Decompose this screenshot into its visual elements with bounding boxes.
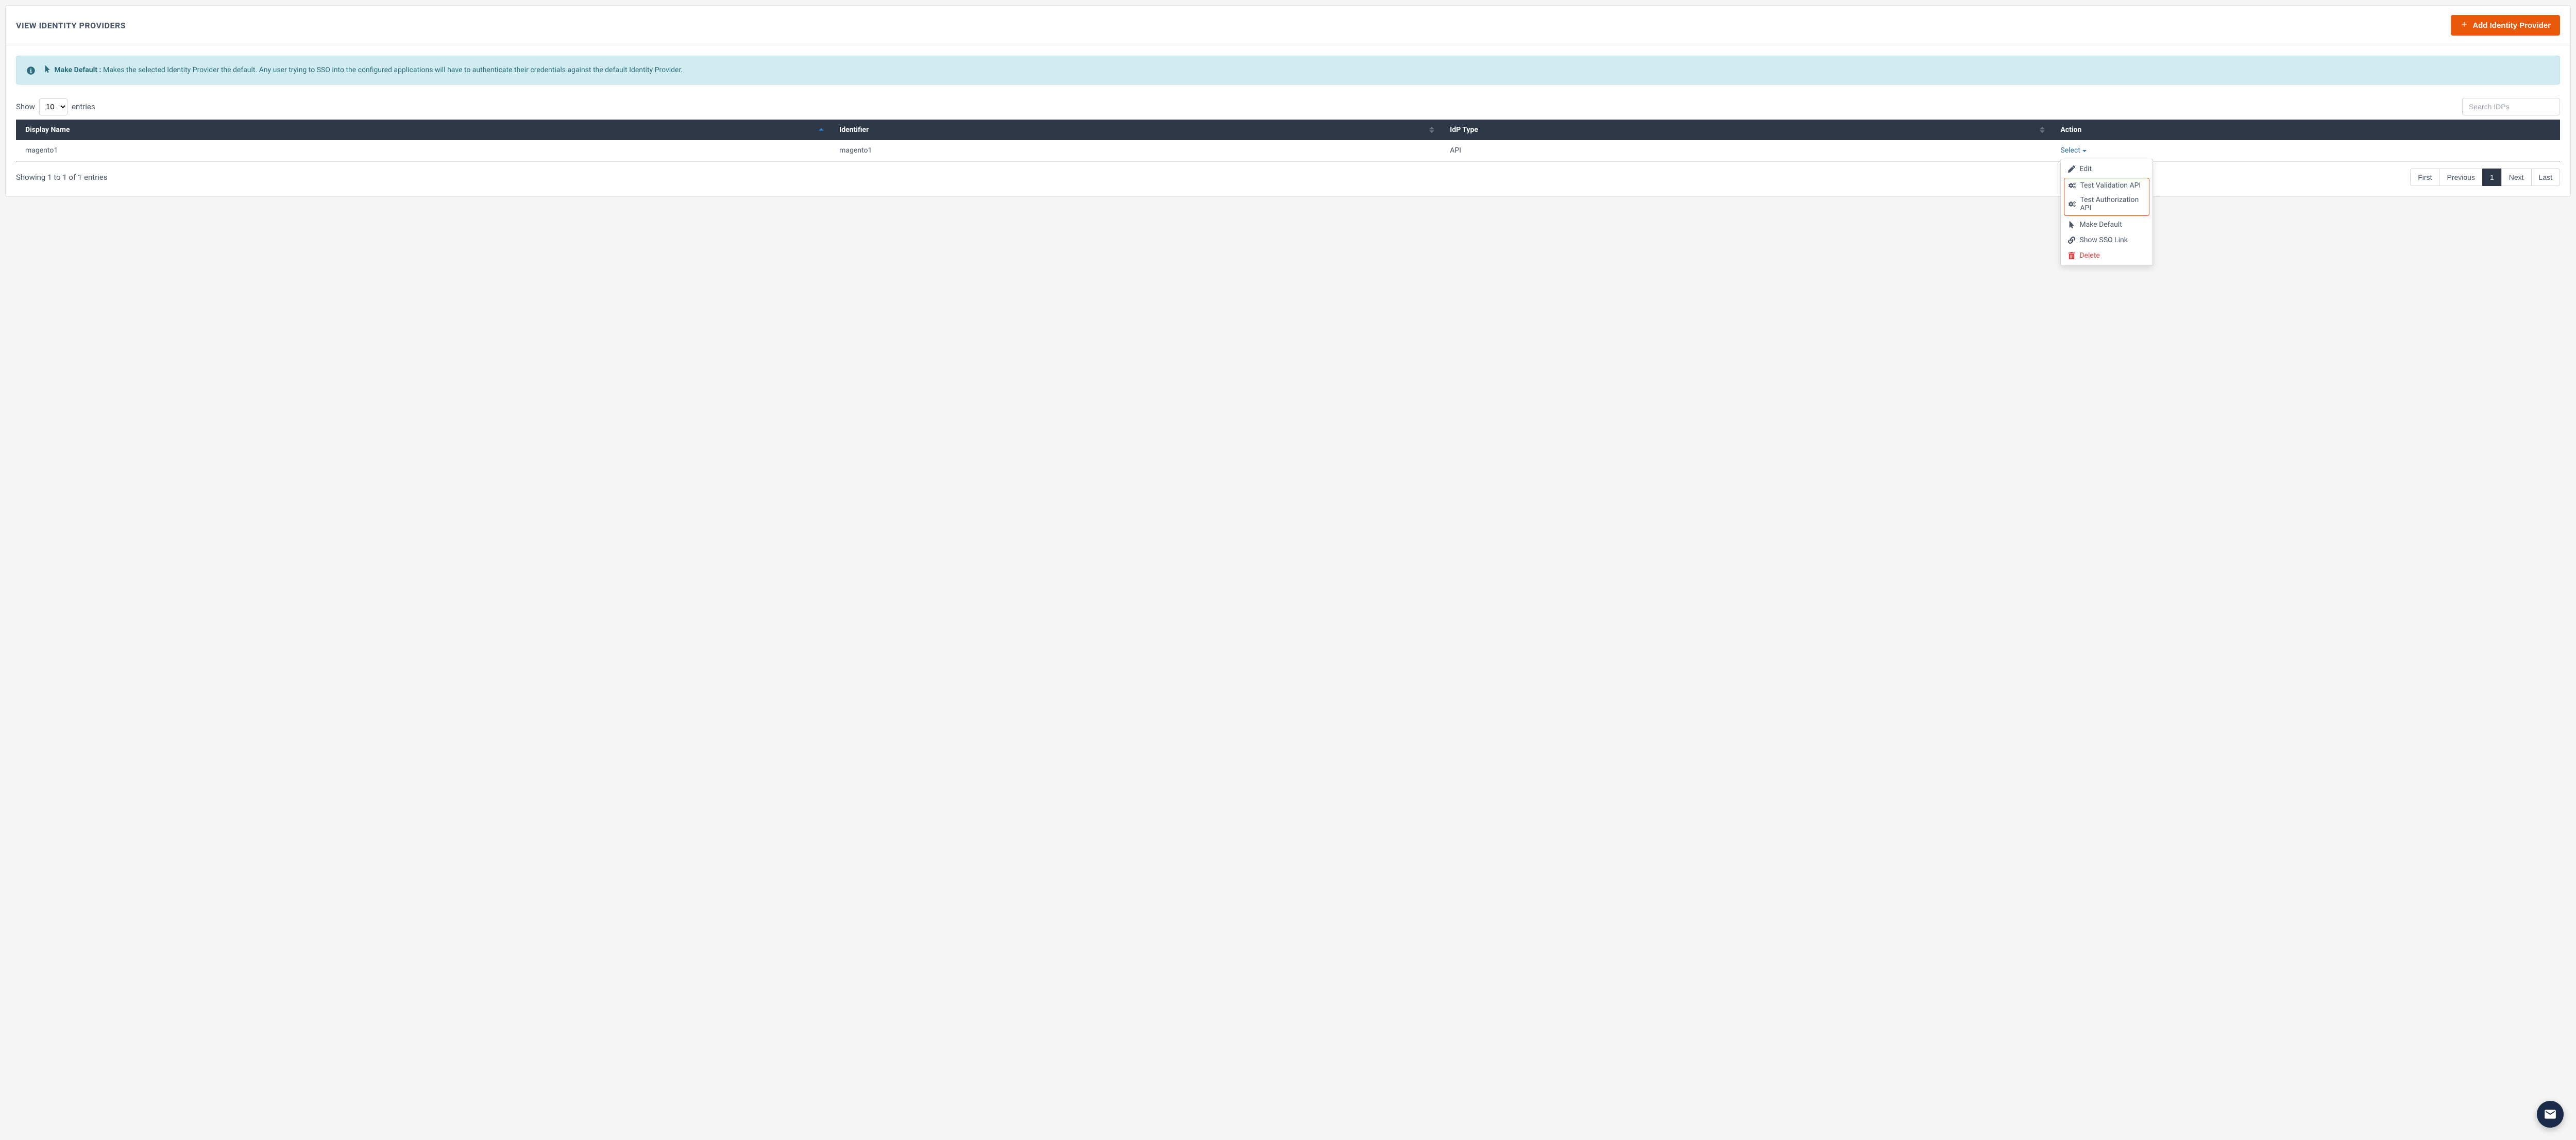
page-number-button[interactable]: 1 (2482, 169, 2502, 186)
highlighted-actions: Test Validation API Test Authorization A… (2064, 178, 2149, 216)
info-banner-description: Makes the selected Identity Provider the… (103, 66, 683, 74)
cell-identifier: magento1 (830, 140, 1440, 161)
cell-idp-type: API (1440, 140, 2051, 161)
page-header: VIEW IDENTITY PROVIDERS Add Identity Pro… (6, 6, 2570, 45)
cell-action: Select Edit (2051, 140, 2560, 161)
action-delete-label: Delete (2079, 252, 2099, 260)
gears-icon (2069, 182, 2076, 189)
cell-display-name: magento1 (16, 140, 830, 161)
mail-icon (2544, 1108, 2557, 1121)
idp-table: Display Name Identifier IdP Type (16, 120, 2560, 161)
table-row: magento1 magento1 API Select (16, 140, 2560, 161)
col-display-name[interactable]: Display Name (16, 120, 830, 140)
content-area: Make Default : Makes the selected Identi… (6, 45, 2570, 196)
plus-icon (2460, 20, 2468, 30)
col-identifier-label: Identifier (839, 126, 869, 134)
showing-text: Showing 1 to 1 of 1 entries (16, 173, 108, 182)
action-edit-label: Edit (2079, 165, 2092, 173)
col-identifier[interactable]: Identifier (830, 120, 1440, 140)
action-delete[interactable]: Delete (2061, 248, 2153, 263)
page-title: VIEW IDENTITY PROVIDERS (16, 21, 126, 30)
action-dropdown-menu: Edit Test Validation API Te (2060, 159, 2153, 266)
info-icon (27, 66, 35, 75)
action-make-default[interactable]: Make Default (2061, 217, 2153, 232)
entries-select[interactable]: 10 (39, 98, 67, 115)
chat-widget-button[interactable] (2537, 1101, 2564, 1128)
gears-icon (2069, 200, 2076, 208)
sort-icon (2040, 127, 2045, 133)
show-entries-control: Show 10 entries (16, 98, 95, 115)
col-action-label: Action (2060, 126, 2081, 134)
search-input[interactable] (2462, 98, 2560, 115)
page-next-button[interactable]: Next (2501, 169, 2532, 186)
page-first-button[interactable]: First (2410, 169, 2439, 186)
table-controls: Show 10 entries (16, 98, 2560, 115)
trash-icon (2068, 252, 2075, 259)
action-test-authorization-api[interactable]: Test Authorization API (2064, 193, 2149, 215)
action-edit[interactable]: Edit (2061, 161, 2153, 177)
col-display-name-label: Display Name (25, 126, 70, 134)
cursor-icon (44, 65, 50, 73)
action-make-default-label: Make Default (2079, 221, 2122, 229)
action-show-sso-link-label: Show SSO Link (2079, 236, 2128, 244)
main-panel: VIEW IDENTITY PROVIDERS Add Identity Pro… (5, 5, 2571, 197)
edit-icon (2068, 165, 2075, 173)
table-footer: Showing 1 to 1 of 1 entries First Previo… (16, 169, 2560, 186)
col-idp-type-label: IdP Type (1450, 126, 1478, 134)
select-action-dropdown[interactable]: Select (2060, 146, 2086, 155)
add-button-label: Add Identity Provider (2472, 21, 2551, 30)
caret-down-icon (2082, 150, 2087, 152)
action-show-sso-link[interactable]: Show SSO Link (2061, 232, 2153, 248)
info-banner-label: Make Default : (54, 66, 101, 74)
info-banner: Make Default : Makes the selected Identi… (16, 56, 2560, 85)
info-banner-text: Make Default : Makes the selected Identi… (44, 64, 683, 76)
page-last-button[interactable]: Last (2531, 169, 2560, 186)
col-idp-type[interactable]: IdP Type (1440, 120, 2051, 140)
sort-icon (1429, 127, 1434, 133)
pagination: First Previous 1 Next Last (2411, 169, 2560, 186)
sort-icon (819, 128, 824, 132)
entries-label: entries (72, 102, 95, 111)
add-identity-provider-button[interactable]: Add Identity Provider (2451, 15, 2560, 36)
col-action: Action (2051, 120, 2560, 140)
action-test-validation-label: Test Validation API (2080, 181, 2141, 190)
link-icon (2068, 237, 2075, 244)
action-test-authorization-label: Test Authorization API (2080, 196, 2145, 212)
select-action-label: Select (2060, 146, 2080, 155)
show-label: Show (16, 102, 35, 111)
table-header-row: Display Name Identifier IdP Type (16, 120, 2560, 140)
cursor-icon (2068, 221, 2075, 228)
page-prev-button[interactable]: Previous (2439, 169, 2482, 186)
action-test-validation-api[interactable]: Test Validation API (2064, 178, 2149, 193)
